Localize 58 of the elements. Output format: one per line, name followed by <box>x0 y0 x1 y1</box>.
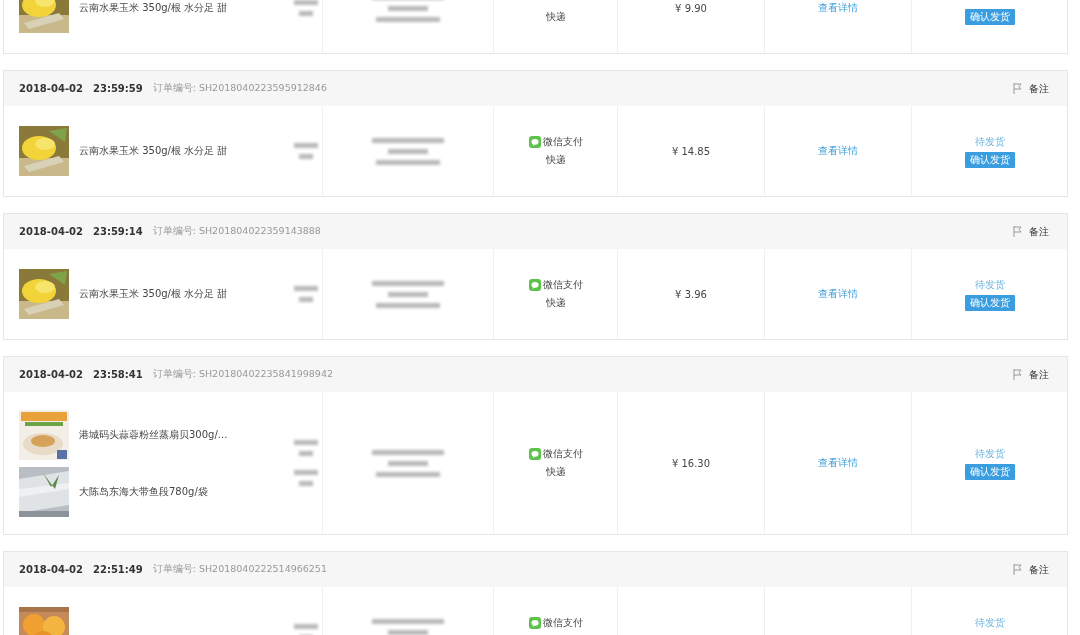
view-details-link[interactable]: 查看详情 <box>818 287 858 301</box>
confirm-shipment-button[interactable]: 确认发货 <box>964 295 1015 311</box>
payment-method: 微信支付 <box>542 616 583 630</box>
blurred-text-drawing <box>294 141 318 161</box>
note-label[interactable]: 备注 <box>1029 367 1049 382</box>
order-time: 22:51:49 <box>92 564 143 575</box>
order-time: 23:59:14 <box>92 226 143 237</box>
note-label[interactable]: 备注 <box>1029 81 1049 96</box>
confirm-shipment-button[interactable]: 确认发货 <box>964 152 1015 168</box>
product-name: 港城码头蒜蓉粉丝蒸扇贝300g/... <box>79 427 228 442</box>
shipping-method: 快递 <box>545 465 566 479</box>
product-name: 云南水果玉米 350g/根 水分足 甜 <box>79 287 228 301</box>
order-date: 2018-04-02 <box>19 226 83 237</box>
shipping-method: 快递 <box>545 10 566 24</box>
confirm-shipment-button[interactable]: 确认发货 <box>964 464 1015 480</box>
blurred-text-drawing <box>294 438 318 458</box>
flag-icon <box>1013 83 1022 94</box>
product-name: 大陈岛东海大带鱼段780g/袋 <box>79 484 208 499</box>
chat-icon <box>528 448 541 460</box>
blurred-text-drawing <box>294 284 318 304</box>
confirm-shipment-button[interactable]: 确认发货 <box>964 9 1015 25</box>
view-details-link[interactable]: 查看详情 <box>818 456 858 470</box>
order-status: 待发货 <box>974 447 1005 461</box>
blurred-text-drawing <box>294 468 318 488</box>
product-name: 云南水果玉米 350g/根 水分足 甜 <box>79 144 228 158</box>
shipping-method: 快递 <box>545 153 566 167</box>
view-details-link[interactable]: 查看详情 <box>818 1 858 15</box>
note-label[interactable]: 备注 <box>1029 562 1049 577</box>
product-name: 云南水果玉米 350g/根 水分足 甜 <box>79 1 228 15</box>
order-date: 2018-04-02 <box>19 369 83 380</box>
order-total: ¥ 9.90 <box>675 2 707 14</box>
order-total: ¥ 16.30 <box>671 457 711 469</box>
order-total: ¥ 14.85 <box>671 145 711 157</box>
order-status: 待发货 <box>974 278 1005 292</box>
flag-icon <box>1013 369 1022 380</box>
order-time: 23:58:41 <box>92 369 143 380</box>
view-details-link[interactable]: 查看详情 <box>818 144 858 158</box>
order-date: 2018-04-02 <box>19 83 83 94</box>
note-label[interactable]: 备注 <box>1029 224 1049 239</box>
chat-icon <box>528 136 541 148</box>
order-number: 订单编号: SH201804022359143888 <box>152 225 321 238</box>
order-number: 订单编号: SH2018040223595912846 <box>152 82 327 95</box>
payment-method: 微信支付 <box>542 447 583 461</box>
order-time: 23:59:59 <box>92 83 143 94</box>
shipping-method: 快递 <box>545 296 566 310</box>
order-number: 订单编号: SH20180402235841998942 <box>152 368 333 381</box>
payment-method: 微信支付 <box>542 135 583 149</box>
blurred-text-drawing <box>294 0 318 18</box>
payment-method: 微信支付 <box>542 278 583 292</box>
flag-icon <box>1013 226 1022 237</box>
order-status: 待发货 <box>974 135 1005 149</box>
order-number: 订单编号: SH2018040222514966251 <box>152 563 327 576</box>
chat-icon <box>528 279 541 291</box>
flag-icon <box>1013 564 1022 575</box>
order-date: 2018-04-02 <box>19 564 83 575</box>
chat-icon <box>528 617 541 629</box>
order-total: ¥ 3.96 <box>675 288 707 300</box>
order-status: 待发货 <box>974 616 1005 630</box>
